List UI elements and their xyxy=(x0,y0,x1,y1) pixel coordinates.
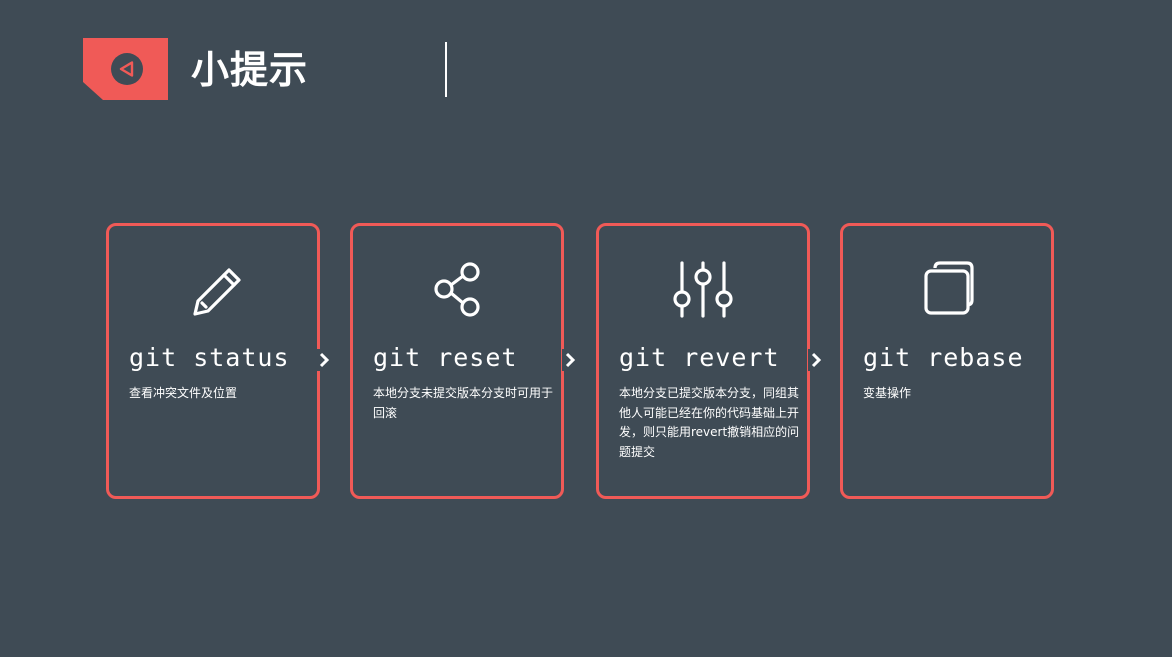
card-git-reset: git reset 本地分支未提交版本分支时可用于回滚 xyxy=(350,223,564,499)
card-git-rebase: git rebase 变基操作 xyxy=(840,223,1054,499)
card-description: 本地分支未提交版本分支时可用于回滚 xyxy=(373,386,554,420)
card-git-status: git status 查看冲突文件及位置 xyxy=(106,223,320,499)
card-title: git status xyxy=(129,343,290,372)
chevron-right-icon xyxy=(562,349,578,371)
page-title: 小提示 xyxy=(191,48,309,92)
pencil-icon xyxy=(109,258,317,322)
card-description: 查看冲突文件及位置 xyxy=(129,386,238,400)
card-description: 本地分支已提交版本分支，同组其他人可能已经在你的代码基础上开发，则只能用reve… xyxy=(619,386,800,459)
title-divider xyxy=(445,42,447,97)
copy-icon xyxy=(843,258,1051,322)
card-git-revert: git revert 本地分支已提交版本分支，同组其他人可能已经在你的代码基础上… xyxy=(596,223,810,499)
card-description: 变基操作 xyxy=(863,386,912,400)
chevron-right-icon xyxy=(808,349,824,371)
share-icon xyxy=(353,258,561,322)
title-tag xyxy=(83,38,168,100)
chevron-right-icon xyxy=(316,349,332,371)
card-title: git revert xyxy=(619,343,780,372)
card-title: git reset xyxy=(373,343,518,372)
card-title: git rebase xyxy=(863,343,1024,372)
sliders-icon xyxy=(599,258,807,322)
play-back-icon xyxy=(111,53,143,85)
